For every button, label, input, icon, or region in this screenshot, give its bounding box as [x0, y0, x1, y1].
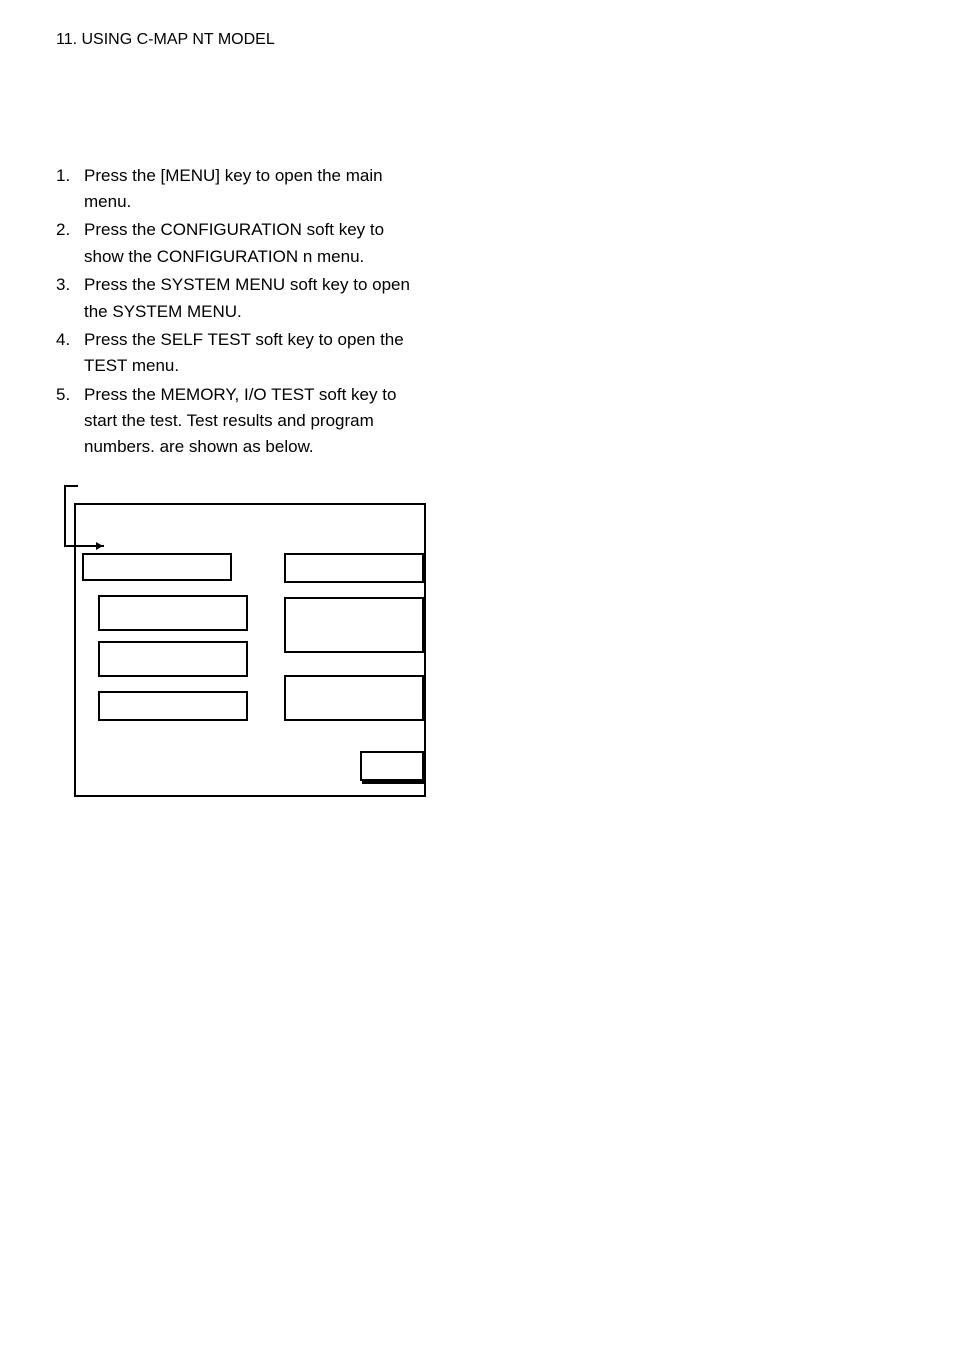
diagram-box: [98, 595, 248, 631]
list-number: 1.: [56, 163, 84, 216]
list-text: Press the [MENU] key to open the main me…: [84, 163, 426, 216]
list-text: Press the SYSTEM MENU soft key to open t…: [84, 272, 426, 325]
list-item: 5. Press the MEMORY, I/O TEST soft key t…: [56, 382, 426, 461]
list-number: 4.: [56, 327, 84, 380]
diagram-button-box: [360, 751, 424, 781]
list-item: 4. Press the SELF TEST soft key to open …: [56, 327, 426, 380]
list-number: 2.: [56, 217, 84, 270]
list-text: Press the CONFIGURATION soft key to show…: [84, 217, 426, 270]
list-number: 3.: [56, 272, 84, 325]
page-header: 11. USING C-MAP NT MODEL: [56, 28, 898, 53]
list-item: 1. Press the [MENU] key to open the main…: [56, 163, 426, 216]
diagram-box: [284, 553, 424, 583]
diagram-box: [98, 641, 248, 677]
diagram-notch: [64, 485, 78, 505]
diagram-box: [82, 553, 232, 581]
diagram-box: [98, 691, 248, 721]
list-item: 3. Press the SYSTEM MENU soft key to ope…: [56, 272, 426, 325]
test-results-diagram: [60, 485, 440, 825]
diagram-connector: [64, 503, 66, 547]
diagram-outer-frame: [74, 503, 426, 797]
list-item: 2. Press the CONFIGURATION soft key to s…: [56, 217, 426, 270]
diagram-box: [284, 675, 424, 721]
list-number: 5.: [56, 382, 84, 461]
instruction-list: 1. Press the [MENU] key to open the main…: [56, 163, 426, 461]
diagram-box: [284, 597, 424, 653]
list-text: Press the MEMORY, I/O TEST soft key to s…: [84, 382, 426, 461]
list-text: Press the SELF TEST soft key to open the…: [84, 327, 426, 380]
